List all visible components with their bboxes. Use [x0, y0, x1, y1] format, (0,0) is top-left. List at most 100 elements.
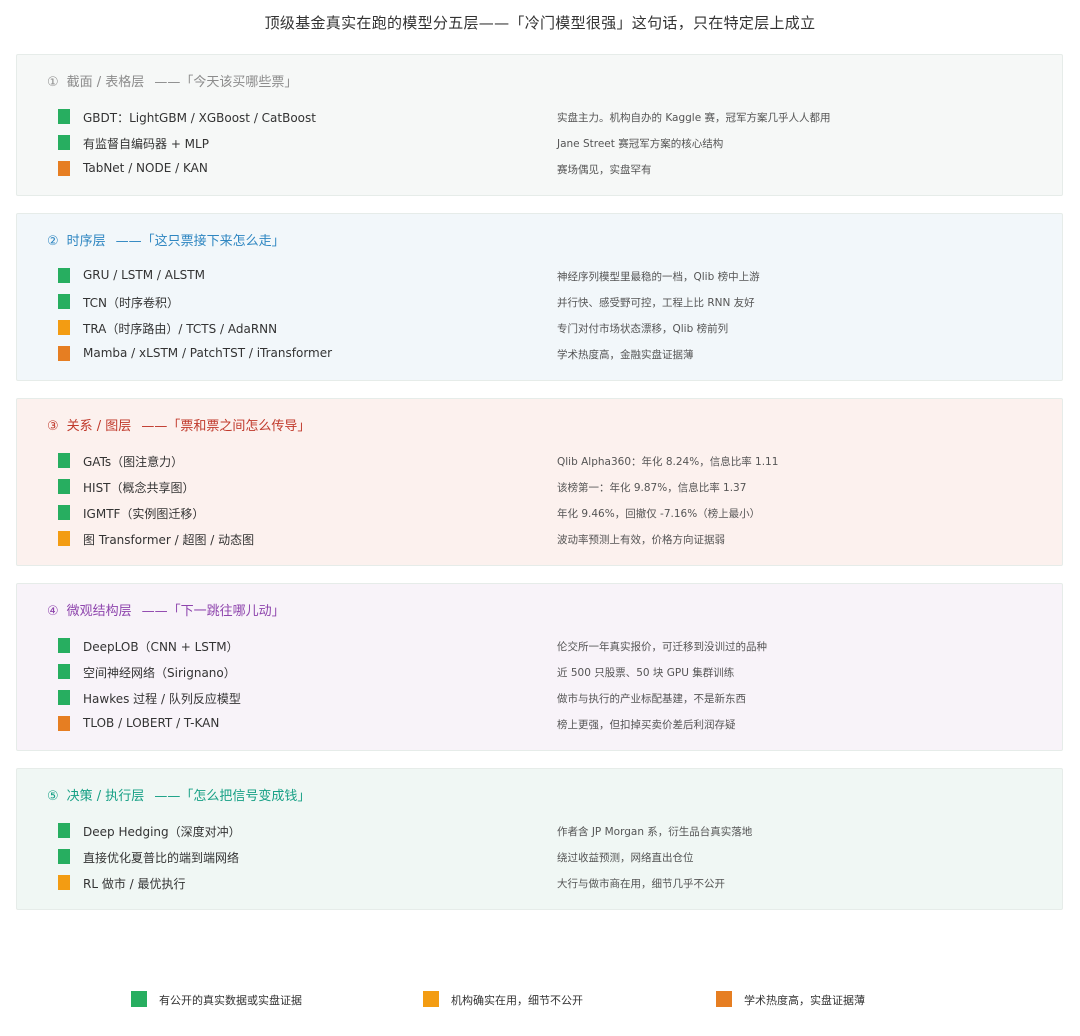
legend-label: 机构确实在用，细节不公开: [451, 994, 583, 1007]
model-name: Hawkes 过程 / 队列反应模型: [83, 692, 241, 706]
layer-number: ⑤: [47, 789, 59, 804]
layer-header: ③ 关系 / 图层 ——「票和票之间怎么传导」: [47, 415, 310, 434]
model-name: IGMTF（实例图迁移）: [83, 507, 205, 521]
model-note: 近 500 只股票、50 块 GPU 集群训练: [557, 667, 735, 679]
model-note: Jane Street 赛冠军方案的核心结构: [557, 138, 724, 150]
layer-header: ② 时序层 ——「这只票接下来怎么走」: [47, 230, 285, 249]
list-item: GBDT：LightGBM / XGBoost / CatBoost 实盘主力。…: [17, 107, 1062, 127]
layer-microstructure: ④ 微观结构层 ——「下一跳往哪儿动」 DeepLOB（CNN + LSTM） 伦交…: [16, 583, 1063, 751]
status-swatch: [58, 823, 70, 838]
model-note: 专门对付市场状态漂移，Qlib 榜前列: [557, 323, 729, 335]
model-name: Deep Hedging（深度对冲）: [83, 825, 241, 839]
legend-label: 有公开的真实数据或实盘证据: [159, 994, 302, 1007]
layer-relation-graph: ③ 关系 / 图层 ——「票和票之间怎么传导」 GATs（图注意力） Qlib Al…: [16, 398, 1063, 566]
model-name: HIST（概念共享图）: [83, 481, 195, 495]
model-name: Mamba / xLSTM / PatchTST / iTransformer: [83, 346, 333, 360]
layer-tagline: ——「怎么把信号变成钱」: [154, 789, 311, 804]
list-item: TRA（时序路由）/ TCTS / AdaRNN 专门对付市场状态漂移，Qlib…: [17, 318, 1062, 338]
status-swatch: [58, 638, 70, 653]
model-note: 年化 9.46%，回撤仅 -7.16%（榜上最小）: [557, 508, 761, 520]
model-note: 大行与做市商在用，细节几乎不公开: [557, 878, 725, 890]
model-name: GRU / LSTM / ALSTM: [83, 268, 205, 282]
model-note: 实盘主力。机构自办的 Kaggle 赛，冠军方案几乎人人都用: [557, 112, 831, 124]
model-note: 波动率预测上有效，价格方向证据弱: [557, 534, 725, 546]
model-name: 空间神经网络（Sirignano）: [83, 666, 236, 680]
model-note: 作者含 JP Morgan 系，衍生品台真实落地: [557, 826, 753, 838]
layer-decision-execution: ⑤ 决策 / 执行层 ——「怎么把信号变成钱」 Deep Hedging（深度对冲）…: [16, 768, 1063, 910]
layer-name: 时序层: [66, 234, 106, 249]
model-name: 有监督自编码器 + MLP: [83, 137, 209, 151]
model-note: 伦交所一年真实报价，可迁移到没训过的品种: [557, 641, 767, 653]
model-name: 图 Transformer / 超图 / 动态图: [83, 533, 255, 547]
model-name: 直接优化夏普比的端到端网络: [83, 851, 240, 865]
layer-cross-section: ① 截面 / 表格层 ——「今天该买哪些票」 GBDT：LightGBM / XGB…: [16, 54, 1063, 196]
model-note: 神经序列模型里最稳的一档，Qlib 榜中上游: [557, 271, 760, 283]
model-name: TabNet / NODE / KAN: [83, 161, 208, 175]
layer-tagline: ——「下一跳往哪儿动」: [141, 604, 285, 619]
status-swatch: [58, 690, 70, 705]
list-item: RL 做市 / 最优执行 大行与做市商在用，细节几乎不公开: [17, 873, 1062, 893]
list-item: 有监督自编码器 + MLP Jane Street 赛冠军方案的核心结构: [17, 133, 1062, 153]
layer-tagline: ——「今天该买哪些票」: [154, 75, 298, 90]
list-item: TCN（时序卷积） 并行快、感受野可控，工程上比 RNN 友好: [17, 292, 1062, 312]
list-item: Mamba / xLSTM / PatchTST / iTransformer …: [17, 344, 1062, 364]
status-swatch: [58, 716, 70, 731]
layer-name: 关系 / 图层: [66, 419, 132, 434]
layer-number: ④: [47, 604, 59, 619]
status-swatch: [58, 479, 70, 494]
status-swatch: [58, 320, 70, 335]
model-note: 学术热度高，金融实盘证据薄: [557, 349, 694, 361]
list-item: DeepLOB（CNN + LSTM） 伦交所一年真实报价，可迁移到没训过的品种: [17, 636, 1062, 656]
legend-swatch: [716, 991, 732, 1007]
model-note: 做市与执行的产业标配基建，不是新东西: [557, 693, 746, 705]
model-note: 并行快、感受野可控，工程上比 RNN 友好: [557, 297, 755, 309]
model-name: TRA（时序路由）/ TCTS / AdaRNN: [83, 322, 278, 336]
model-name: TLOB / LOBERT / T-KAN: [83, 716, 220, 730]
page-title: 顶级基金真实在跑的模型分五层——「冷门模型很强」这句话，只在特定层上成立: [264, 14, 816, 32]
list-item: 图 Transformer / 超图 / 动态图 波动率预测上有效，价格方向证据…: [17, 529, 1062, 549]
status-swatch: [58, 453, 70, 468]
layer-name: 截面 / 表格层: [66, 75, 145, 90]
list-item: Deep Hedging（深度对冲） 作者含 JP Morgan 系，衍生品台真…: [17, 821, 1062, 841]
legend-label: 学术热度高，实盘证据薄: [744, 994, 865, 1007]
layer-number: ①: [47, 75, 59, 90]
list-item: HIST（概念共享图） 该榜第一：年化 9.87%，信息比率 1.37: [17, 477, 1062, 497]
model-name: GATs（图注意力）: [83, 455, 184, 469]
layer-tagline: ——「票和票之间怎么传导」: [141, 419, 311, 434]
list-item: 空间神经网络（Sirignano） 近 500 只股票、50 块 GPU 集群训…: [17, 662, 1062, 682]
list-item: GATs（图注意力） Qlib Alpha360：年化 8.24%，信息比率 1…: [17, 451, 1062, 471]
layer-number: ③: [47, 419, 59, 434]
layer-header: ① 截面 / 表格层 ——「今天该买哪些票」: [47, 71, 297, 90]
status-swatch: [58, 135, 70, 150]
status-swatch: [58, 664, 70, 679]
status-swatch: [58, 268, 70, 283]
layer-header: ④ 微观结构层 ——「下一跳往哪儿动」: [47, 600, 285, 619]
layer-name: 微观结构层: [66, 604, 132, 619]
status-swatch: [58, 161, 70, 176]
status-swatch: [58, 849, 70, 864]
legend-swatch: [423, 991, 439, 1007]
model-note: 榜上更强，但扣掉买卖价差后利润存疑: [557, 719, 736, 731]
layer-tagline: ——「这只票接下来怎么走」: [115, 234, 285, 249]
model-note: 赛场偶见，实盘罕有: [557, 164, 652, 176]
model-name: GBDT：LightGBM / XGBoost / CatBoost: [83, 111, 316, 125]
status-swatch: [58, 294, 70, 309]
model-name: TCN（时序卷积）: [83, 296, 179, 310]
list-item: Hawkes 过程 / 队列反应模型 做市与执行的产业标配基建，不是新东西: [17, 688, 1062, 708]
layer-time-series: ② 时序层 ——「这只票接下来怎么走」 GRU / LSTM / ALSTM 神经序…: [16, 213, 1063, 381]
status-swatch: [58, 346, 70, 361]
layer-name: 决策 / 执行层: [66, 789, 145, 804]
legend-swatch: [131, 991, 147, 1007]
model-note: Qlib Alpha360：年化 8.24%，信息比率 1.11: [557, 456, 779, 468]
list-item: 直接优化夏普比的端到端网络 绕过收益预测，网络直出仓位: [17, 847, 1062, 867]
list-item: TLOB / LOBERT / T-KAN 榜上更强，但扣掉买卖价差后利润存疑: [17, 714, 1062, 734]
list-item: IGMTF（实例图迁移） 年化 9.46%，回撤仅 -7.16%（榜上最小）: [17, 503, 1062, 523]
status-swatch: [58, 109, 70, 124]
list-item: GRU / LSTM / ALSTM 神经序列模型里最稳的一档，Qlib 榜中上…: [17, 266, 1062, 286]
model-note: 该榜第一：年化 9.87%，信息比率 1.37: [557, 482, 747, 494]
model-name: RL 做市 / 最优执行: [83, 877, 186, 891]
layer-header: ⑤ 决策 / 执行层 ——「怎么把信号变成钱」: [47, 785, 310, 804]
status-swatch: [58, 875, 70, 890]
layer-number: ②: [47, 234, 59, 249]
status-swatch: [58, 531, 70, 546]
